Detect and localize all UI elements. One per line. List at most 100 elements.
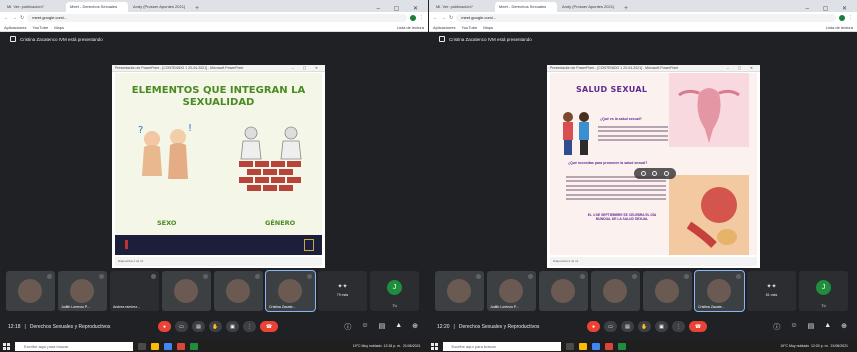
participant-tile[interactable]: Judith Lorenzo P... <box>58 271 107 311</box>
clock-date[interactable]: 21/06/2021 <box>403 344 421 348</box>
ppt-window-controls[interactable]: – ▢ ✕ <box>727 65 760 71</box>
slideshow-controls[interactable] <box>634 168 676 179</box>
profile-avatar-icon[interactable] <box>839 14 845 21</box>
self-tile[interactable]: J Tú <box>799 271 848 311</box>
present-button[interactable]: ▣ <box>655 321 668 332</box>
profile-avatar-icon[interactable] <box>410 14 416 21</box>
clock-date[interactable]: 21/06/2021 <box>830 344 848 348</box>
more-participants-tile[interactable]: ✦✦ 81 más <box>747 271 796 311</box>
taskbar-search-input[interactable]: Escribe aquí para buscar <box>442 341 561 351</box>
menu-icon[interactable]: ⋮ <box>419 15 424 21</box>
end-call-button[interactable]: ☎ <box>689 321 707 332</box>
captions-button[interactable]: ▤ <box>192 321 205 332</box>
participant-tile-presenter[interactable]: Cristina Zacate... <box>265 270 316 312</box>
browser-tab-active[interactable]: Meet - Derechos Sexuales <box>66 2 128 12</box>
windows-start-icon[interactable] <box>3 342 10 350</box>
clock-time[interactable]: 12:20 p. m. <box>811 344 829 348</box>
reload-icon[interactable]: ↻ <box>20 15 24 21</box>
window-controls[interactable]: – ▢ ✕ <box>806 5 857 12</box>
browser-tab-active[interactable]: Meet - Derechos Sexuales <box>495 2 557 12</box>
activities-icon[interactable]: ▲ <box>395 322 402 332</box>
file-explorer-icon[interactable] <box>578 342 587 350</box>
self-tile[interactable]: J Tú <box>370 271 419 311</box>
url-field[interactable]: meet.google.com/... <box>27 13 407 22</box>
participant-tile[interactable] <box>435 271 484 311</box>
mic-toggle-button[interactable]: ● <box>587 321 600 332</box>
window-controls[interactable]: – ▢ ✕ <box>377 5 428 12</box>
participant-tile[interactable] <box>214 271 263 311</box>
menu-icon[interactable]: ⋮ <box>848 15 853 21</box>
mic-toggle-button[interactable]: ● <box>158 321 171 332</box>
weather-widget[interactable]: 19°C Muy nublado <box>353 344 382 348</box>
browser-tab[interactable]: Mi. Ver: publicación? <box>432 2 494 12</box>
camera-toggle-button[interactable]: ▭ <box>175 321 188 332</box>
bookmark-apps[interactable]: Aplicaciones <box>4 25 26 30</box>
weather-widget[interactable]: 19°C Muy nublado <box>780 344 809 348</box>
browser-tab[interactable]: Andy (Prosser Apuntes 2021) <box>129 2 191 12</box>
reading-list[interactable]: Lista de lectura <box>397 25 424 30</box>
forward-icon[interactable]: → <box>441 15 446 21</box>
mic-off-icon <box>528 274 533 279</box>
captions-button[interactable]: ▤ <box>621 321 634 332</box>
reload-icon[interactable]: ↻ <box>449 15 453 21</box>
participant-tile-presenter[interactable]: Cristina Zacate... <box>694 270 745 312</box>
people-icon[interactable]: ☺ <box>790 322 797 332</box>
pen-icon[interactable] <box>652 171 658 176</box>
participant-tile[interactable] <box>591 271 640 311</box>
bookmark-apps[interactable]: Aplicaciones <box>433 25 455 30</box>
forward-icon[interactable]: → <box>12 15 17 21</box>
more-options-button[interactable]: ⋮ <box>672 321 685 332</box>
powerpoint-icon[interactable] <box>177 342 185 350</box>
raise-hand-button[interactable]: ✋ <box>638 321 651 332</box>
chrome-icon[interactable] <box>591 342 600 350</box>
app-icon[interactable] <box>617 342 626 350</box>
next-slide-icon[interactable] <box>663 171 669 176</box>
new-tab-icon[interactable]: + <box>192 5 202 12</box>
participant-tile[interactable] <box>162 271 211 311</box>
powerpoint-icon[interactable] <box>604 342 613 350</box>
file-explorer-icon[interactable] <box>151 342 159 350</box>
reading-list[interactable]: Lista de lectura <box>826 25 853 30</box>
participant-tile[interactable] <box>643 271 692 311</box>
participant-tile[interactable]: Andrea ramírez... <box>110 271 159 311</box>
lock-icon[interactable]: ⊕ <box>841 322 847 332</box>
bookmark-youtube[interactable]: YouTube <box>32 25 48 30</box>
activities-icon[interactable]: ▲ <box>824 322 831 332</box>
task-view-icon[interactable] <box>138 342 146 350</box>
participant-tile[interactable] <box>539 271 588 311</box>
back-icon[interactable]: ← <box>4 15 9 21</box>
prev-slide-icon[interactable] <box>641 171 647 176</box>
task-view-icon[interactable] <box>565 342 574 350</box>
camera-toggle-button[interactable]: ▭ <box>604 321 617 332</box>
windows-start-icon[interactable] <box>430 342 438 350</box>
participant-tile[interactable]: Judith Lorenzo P... <box>487 271 536 311</box>
raise-hand-button[interactable]: ✋ <box>209 321 222 332</box>
more-participants-tile[interactable]: ✦✦ 79 más <box>318 271 367 311</box>
new-tab-icon[interactable]: + <box>621 5 631 12</box>
browser-tab[interactable]: Andy (Prosser Apuntes 2021) <box>558 2 620 12</box>
taskbar-search-input[interactable]: Escribe aquí para buscar <box>15 341 133 351</box>
ppt-window-controls[interactable]: – ▢ ✕ <box>292 65 325 71</box>
people-icon[interactable]: ☺ <box>361 322 368 332</box>
clock-time[interactable]: 12:18 p. m. <box>384 344 402 348</box>
back-icon[interactable]: ← <box>433 15 438 21</box>
present-button[interactable]: ▣ <box>226 321 239 332</box>
info-icon[interactable]: ⓘ <box>773 322 780 332</box>
chrome-icon[interactable] <box>164 342 172 350</box>
info-icon[interactable]: ⓘ <box>344 322 351 332</box>
chat-icon[interactable]: ▤ <box>808 322 815 332</box>
bookmark-maps[interactable]: Maps <box>483 25 493 30</box>
bookmark-youtube[interactable]: YouTube <box>461 25 477 30</box>
url-field[interactable]: meet.google.com/... <box>456 13 836 22</box>
end-call-button[interactable]: ☎ <box>260 321 278 332</box>
more-options-button[interactable]: ⋮ <box>243 321 256 332</box>
lock-icon[interactable]: ⊕ <box>412 322 418 332</box>
app-icon[interactable] <box>190 342 198 350</box>
bookmark-maps[interactable]: Maps <box>54 25 64 30</box>
ppt-status-bar: Diapositiva 1 de 11 <box>115 257 322 266</box>
participant-tile[interactable] <box>6 271 55 311</box>
svg-text:!: ! <box>188 123 192 134</box>
browser-tab-bar: Mi. Ver: publicación? Meet - Derechos Se… <box>429 0 857 12</box>
chat-icon[interactable]: ▤ <box>379 322 386 332</box>
browser-tab[interactable]: Mi. Ver: publicación? <box>3 2 65 12</box>
